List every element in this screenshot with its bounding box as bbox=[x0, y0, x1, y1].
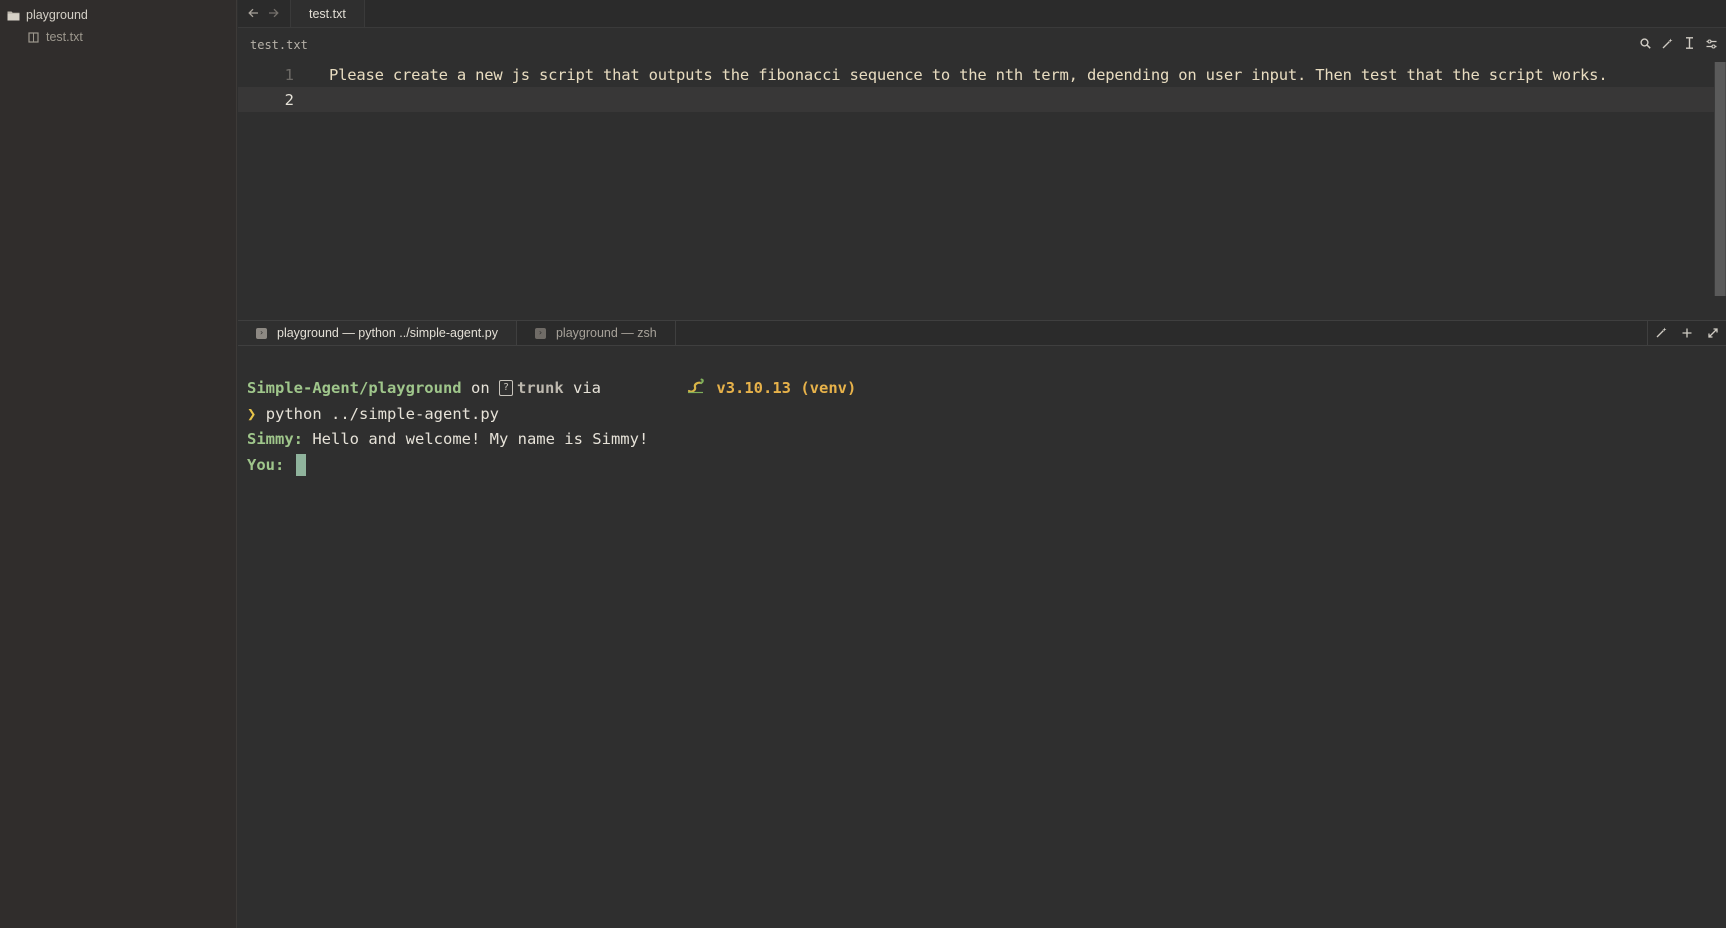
assistant-button[interactable] bbox=[1658, 36, 1676, 54]
user-label: You: bbox=[247, 455, 285, 474]
line-number: 1 bbox=[284, 65, 294, 84]
terminal-command: python ../simple-agent.py bbox=[265, 404, 499, 423]
text-cursor-icon bbox=[1685, 36, 1694, 54]
terminal-assistant-button[interactable] bbox=[1652, 324, 1670, 342]
expand-icon bbox=[1708, 325, 1718, 341]
agent-label: Simmy: bbox=[247, 430, 303, 449]
editor-scrollbar[interactable] bbox=[1714, 62, 1726, 296]
terminal-icon: › bbox=[256, 327, 267, 339]
terminal-tab-label: playground — python ../simple-agent.py bbox=[277, 326, 498, 340]
arrow-right-icon bbox=[268, 5, 279, 23]
editor-settings-button[interactable] bbox=[1702, 36, 1720, 54]
editor-tab-bar: test.txt bbox=[238, 0, 1726, 28]
tree-file-label: test.txt bbox=[46, 30, 83, 44]
wand-icon bbox=[1656, 325, 1667, 341]
python-snake-icon bbox=[612, 360, 705, 416]
app-window: playground test.txt test.txt test.txt 1 … bbox=[0, 0, 1726, 928]
git-branch: trunk bbox=[517, 378, 564, 397]
search-icon bbox=[1639, 36, 1651, 54]
terminal-input-line[interactable]: You: bbox=[247, 452, 1726, 478]
book-icon bbox=[26, 30, 40, 44]
terminal-agent-line: Simmy: Hello and welcome! My name is Sim… bbox=[247, 426, 1726, 452]
cursor-mode-button[interactable] bbox=[1680, 36, 1698, 54]
line-number: 2 bbox=[284, 90, 294, 109]
agent-message: Hello and welcome! My name is Simmy! bbox=[312, 430, 649, 449]
terminal-command-line: ❯ python ../simple-agent.py bbox=[247, 401, 1726, 427]
code-line[interactable]: 1 Please create a new js script that out… bbox=[238, 62, 1726, 87]
back-button[interactable] bbox=[243, 0, 263, 27]
plus-icon bbox=[1682, 325, 1692, 341]
terminal-icon: › bbox=[534, 327, 546, 339]
tab-test-txt[interactable]: test.txt bbox=[290, 0, 365, 27]
editor-tools bbox=[1636, 36, 1726, 54]
folder-icon bbox=[6, 8, 20, 22]
forward-button[interactable] bbox=[263, 0, 283, 27]
editor-toolbar: test.txt bbox=[238, 28, 1726, 62]
editor-tab-label: test.txt bbox=[309, 6, 346, 21]
tree-file-test-txt[interactable]: test.txt bbox=[0, 26, 236, 48]
git-branch-icon: ? bbox=[499, 379, 513, 396]
terminal-tab-bar: › playground — python ../simple-agent.py… bbox=[238, 320, 1726, 346]
prompt-via-word: via bbox=[573, 378, 602, 397]
sliders-icon bbox=[1706, 36, 1717, 54]
tree-folder-label: playground bbox=[26, 8, 88, 22]
search-button[interactable] bbox=[1636, 36, 1654, 54]
code-editor[interactable]: 1 Please create a new js script that out… bbox=[238, 62, 1726, 320]
terminal-tab-python[interactable]: › playground — python ../simple-agent.py bbox=[238, 321, 517, 345]
prompt-path: Simple-Agent/playground bbox=[247, 378, 462, 397]
breadcrumb[interactable]: test.txt bbox=[238, 38, 308, 52]
terminal-panel[interactable]: Simple-Agent/playground on ? trunk via v… bbox=[238, 346, 1726, 928]
terminal-prompt-line: Simple-Agent/playground on ? trunk via v… bbox=[247, 375, 1726, 401]
terminal-tab-label: playground — zsh bbox=[555, 326, 657, 340]
new-terminal-button[interactable] bbox=[1678, 324, 1696, 342]
editor-scroll-thumb[interactable] bbox=[1715, 62, 1725, 296]
maximize-terminal-button[interactable] bbox=[1704, 324, 1722, 342]
terminal-cursor[interactable] bbox=[295, 453, 306, 476]
terminal-tools bbox=[1647, 321, 1726, 345]
tree-folder-playground[interactable]: playground bbox=[0, 4, 236, 26]
wand-icon bbox=[1662, 36, 1673, 54]
code-line-active[interactable]: 2 bbox=[238, 87, 1726, 112]
prompt-symbol: ❯ bbox=[247, 404, 257, 423]
arrow-left-icon bbox=[247, 5, 259, 23]
line-text: Please create a new js script that outpu… bbox=[329, 65, 1608, 84]
terminal-tab-zsh[interactable]: › playground — zsh bbox=[517, 321, 676, 345]
project-sidebar: playground test.txt bbox=[0, 0, 237, 928]
prompt-on-word: on bbox=[470, 378, 490, 397]
python-version: v3.10.13 (venv) bbox=[716, 378, 857, 397]
